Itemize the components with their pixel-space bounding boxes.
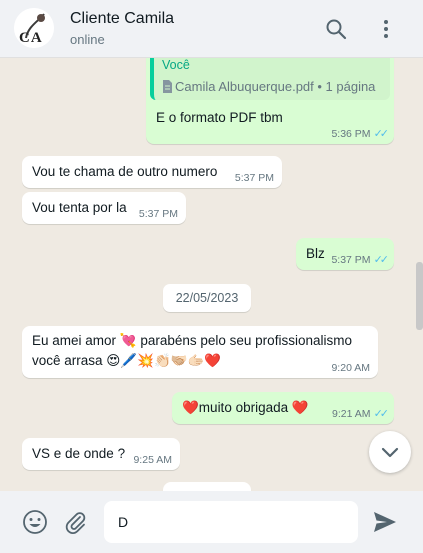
message-input[interactable]: D — [104, 501, 358, 543]
date-divider: 22/05/2023 — [163, 284, 251, 312]
avatar-initials: CA — [19, 30, 43, 46]
message-text: E o formato PDF tbm — [156, 110, 283, 125]
message-outgoing[interactable]: Você Camila Albuquerque.pdf • 1 página E… — [146, 58, 394, 144]
send-icon[interactable] — [372, 509, 398, 535]
document-icon — [163, 80, 172, 93]
message-list[interactable]: Você Camila Albuquerque.pdf • 1 página E… — [0, 58, 423, 491]
message-time: 9:25 AM — [133, 454, 172, 466]
time-label: 5:36 PM — [331, 128, 371, 140]
message-incoming[interactable]: Vou tenta por la 5:37 PM — [22, 192, 186, 224]
message-incoming-partial[interactable] — [163, 482, 251, 491]
read-ticks-icon: ✓✓ — [373, 128, 390, 140]
message-time: 5:37 PM — [234, 172, 274, 184]
message-text: Vou tenta por la — [32, 200, 127, 215]
read-ticks-icon: ✓✓ — [373, 408, 390, 420]
message-outgoing[interactable]: Blz 5:37 PM ✓✓ — [296, 238, 394, 270]
message-text: Vou te chama de outro numero — [32, 164, 218, 179]
quote-file: Camila Albuquerque.pdf • 1 página — [162, 79, 375, 94]
message-text: ❤️muito obrigada ❤️ — [182, 400, 309, 415]
avatar[interactable]: CA — [14, 8, 54, 48]
scrollbar[interactable] — [416, 262, 423, 330]
contact-status: online — [70, 32, 105, 47]
message-incoming[interactable]: VS e de onde ? 9:25 AM — [22, 438, 180, 470]
chevron-down-icon — [381, 447, 399, 458]
scroll-to-bottom-button[interactable] — [369, 431, 411, 473]
message-time: 5:37 PM ✓✓ — [331, 253, 390, 266]
quote-author: Você — [162, 58, 190, 72]
attach-icon[interactable] — [63, 509, 89, 535]
message-incoming[interactable]: Eu amei amor 💘 parabéns pelo seu profiss… — [22, 326, 378, 378]
chat-header[interactable]: CA Cliente Camila online — [0, 0, 423, 58]
message-time: 5:37 PM — [138, 208, 178, 220]
message-text-line2: você arrasa 😍🖊️💥👏🏻🫱🏼‍🫲🏻🫱🏻❤️ — [32, 353, 222, 368]
time-label: 5:37 PM — [331, 254, 371, 266]
message-time: 5:36 PM ✓✓ — [331, 127, 390, 140]
composer-bar: D — [0, 491, 423, 553]
read-ticks-icon: ✓✓ — [373, 254, 390, 266]
search-icon[interactable] — [324, 17, 348, 41]
message-text: Blz — [306, 246, 325, 261]
contact-name[interactable]: Cliente Camila — [70, 10, 174, 28]
menu-icon[interactable] — [374, 17, 398, 41]
time-label: 9:21 AM — [332, 408, 371, 420]
quote-file-name: Camila Albuquerque.pdf • 1 página — [175, 79, 376, 94]
emoji-icon[interactable] — [22, 509, 48, 535]
message-time: 9:20 AM — [331, 362, 370, 374]
quoted-message[interactable]: Você Camila Albuquerque.pdf • 1 página — [150, 58, 390, 100]
message-incoming[interactable]: Vou te chama de outro numero 5:37 PM — [22, 156, 282, 188]
message-text: VS e de onde ? — [32, 446, 126, 461]
message-time: 9:21 AM ✓✓ — [332, 407, 390, 420]
message-text-line1: Eu amei amor 💘 parabéns pelo seu profiss… — [32, 333, 352, 348]
message-outgoing[interactable]: ❤️muito obrigada ❤️ 9:21 AM ✓✓ — [172, 392, 394, 424]
